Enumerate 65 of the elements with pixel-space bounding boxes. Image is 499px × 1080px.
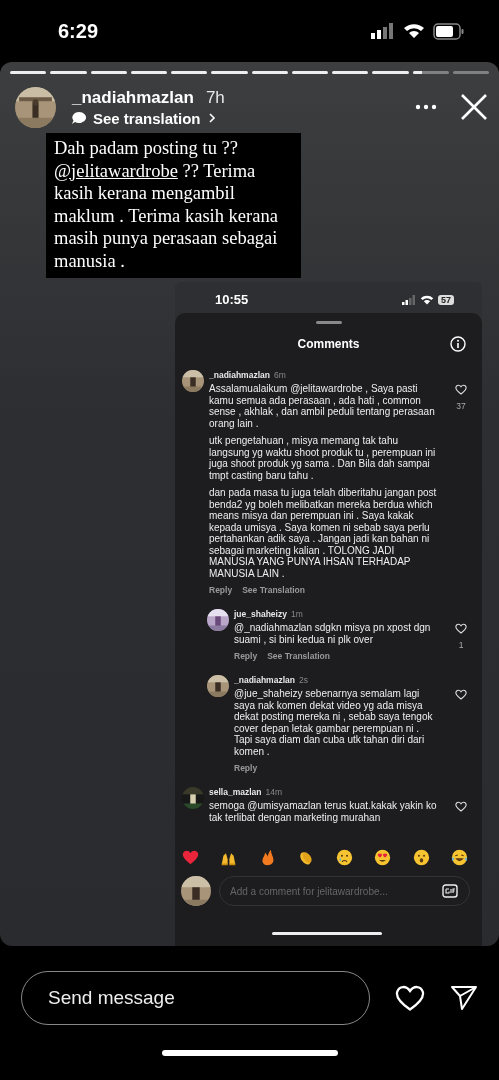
comment-username[interactable]: jue_shaheizy	[234, 609, 287, 619]
battery-level: 57	[438, 294, 454, 305]
like-count: 37	[456, 401, 466, 411]
caption-text: Dah padam posting tu ?? @jelitawardrobe ?? Terima kasih kerana mengambil maklum . Terima kasih kerana masih punya perasaan sebagai manusia .	[46, 133, 301, 278]
progress-segment	[90, 71, 127, 74]
sheet-title: Comments	[297, 337, 360, 351]
comment-text: Assalamualaikum @jelitawardrobe , Saya pasti kamu semua ada perasaan , ada hati , common sense , akhlak , dan ambil peduli tentang perasaan orang lain .	[209, 383, 436, 429]
wifi-icon	[403, 23, 425, 39]
send-icon[interactable]	[450, 985, 478, 1011]
progress-segment	[10, 71, 47, 74]
comment-username[interactable]: _nadiahmazlan	[209, 370, 270, 380]
signal-icon	[371, 23, 395, 39]
progress-segment	[50, 71, 87, 74]
gif-icon[interactable]	[442, 884, 458, 898]
comment-text: @jue_shaheizy sebenarnya semalam lagi saya nak komen dekat video yg ada misya dekat posting mereka ni , sebab saya tengok cover depan letak gambar perempuan ni . Tapi saya diam dan cuba utk tahan diri dari komen .	[234, 688, 434, 757]
heart-icon[interactable]	[455, 801, 467, 812]
status-time: 6:29	[58, 19, 99, 43]
battery-icon	[433, 22, 465, 40]
progress-segment	[332, 71, 369, 74]
status-time: 10:55	[215, 292, 249, 307]
crying-face-icon[interactable]	[335, 849, 353, 866]
surprised-face-icon[interactable]	[412, 849, 430, 866]
comment-action-link[interactable]: Reply	[234, 651, 258, 661]
comment-age: 2s	[298, 675, 308, 685]
comment-action-link[interactable]: See Translation	[267, 651, 330, 661]
speech-bubble-icon	[72, 112, 86, 124]
progress-segment	[171, 71, 208, 74]
signal-icon	[402, 294, 416, 305]
comment-text: @_nadiahmazlan sdgkn misya pn xpost dgn suami , si bini kedua ni plk over	[234, 622, 432, 645]
comment-text: utk pengetahuan , misya memang tak tahu langsung yg waktu shoot produk tu , perempuan ini juga shoot produk yg sama . Dan Bila dah sampai tmpt casting baru tahu .	[209, 435, 437, 481]
comment-age: 6m	[273, 370, 286, 380]
progress-segment	[251, 71, 288, 74]
comment-input-field[interactable]: Add a comment for jelitawardrobe...	[219, 876, 470, 906]
heart-icon[interactable]	[455, 623, 467, 634]
progress-segment	[372, 71, 409, 74]
message-input-field[interactable]: Send message	[21, 971, 370, 1025]
like-count: 1	[458, 640, 464, 650]
drag-handle[interactable]	[315, 321, 342, 324]
comment-action-link[interactable]: Reply	[234, 763, 258, 773]
progress-segment	[291, 71, 328, 74]
heart-icon[interactable]	[455, 384, 467, 395]
comment-age: 14m	[265, 787, 282, 797]
comment-username[interactable]: sella_mazlan	[209, 787, 262, 797]
laughing-face-icon[interactable]	[450, 849, 468, 866]
info-icon[interactable]	[450, 336, 466, 352]
wifi-icon	[420, 294, 434, 305]
comment-text: semoga @umisyamazlan terus kuat.kakak yakin ko tak terlibat dengan marketing murahan	[209, 800, 438, 823]
progress-segment	[211, 71, 248, 74]
comment-age: 1m	[290, 609, 303, 619]
heart-icon[interactable]	[455, 689, 467, 700]
comment-text: dan pada masa tu juga telah diberitahu jangan post benda2 yg boleh melibatkan mereka berdua which means misya dan perempuan ini . Saya kakak kepada umisya . Saya komen ni sebab saya perlu pertahankan adik saya . Jangan jadi kan bahan ni sebagai marketing kalian . TOLONG JADI MANUSIA YANG PUNYA IHSAN TERHADAP MANUSIA LAIN .	[209, 487, 438, 579]
comment-username[interactable]: _nadiahmazlan	[234, 675, 295, 685]
chevron-icon	[207, 112, 216, 124]
clapping-icon[interactable]	[297, 849, 315, 866]
progress-segment	[412, 71, 449, 74]
heart-eyes-face-icon[interactable]	[374, 849, 392, 866]
close-icon[interactable]	[461, 94, 487, 120]
progress-segment	[130, 71, 167, 74]
mention-link[interactable]: @jelitawardrobe	[54, 160, 178, 181]
translation-link[interactable]: See translation	[72, 109, 415, 127]
more-icon[interactable]	[415, 104, 437, 110]
comment-action-link[interactable]: See Translation	[242, 585, 305, 595]
username[interactable]: _nadiahmazlan	[72, 87, 194, 108]
post-age: 7h	[205, 87, 225, 108]
comment-action-link[interactable]: Reply	[209, 585, 233, 595]
